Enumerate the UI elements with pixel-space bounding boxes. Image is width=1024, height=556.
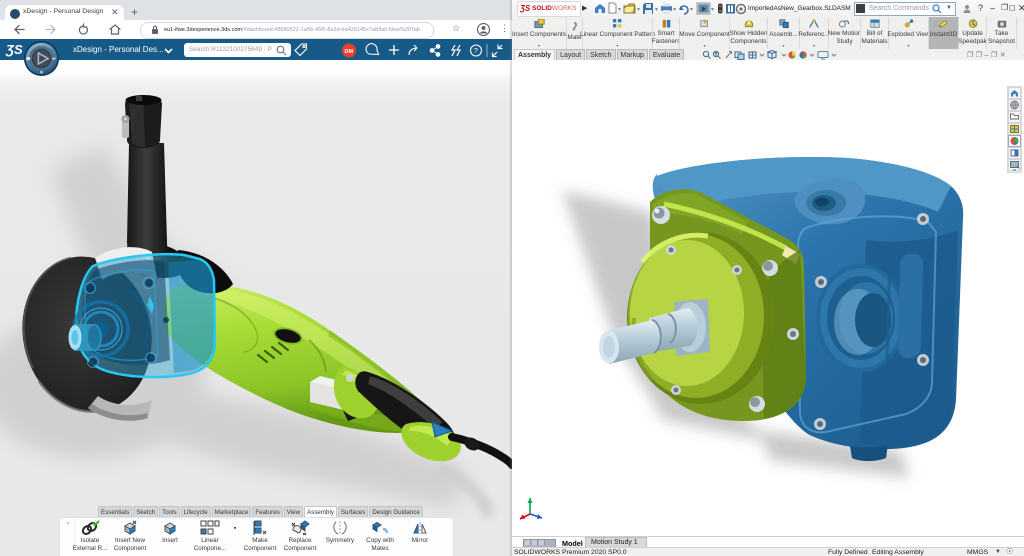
svg-text:▾: ▾ xyxy=(673,7,676,13)
svg-text:?: ? xyxy=(474,46,478,55)
svg-text:▾: ▾ xyxy=(655,7,658,13)
svg-text:▾: ▾ xyxy=(690,7,693,13)
svg-text:DM: DM xyxy=(345,49,354,55)
svg-text:▾: ▾ xyxy=(711,7,714,13)
svg-text:▾: ▾ xyxy=(637,7,640,13)
svg-text:▾: ▾ xyxy=(618,7,621,13)
